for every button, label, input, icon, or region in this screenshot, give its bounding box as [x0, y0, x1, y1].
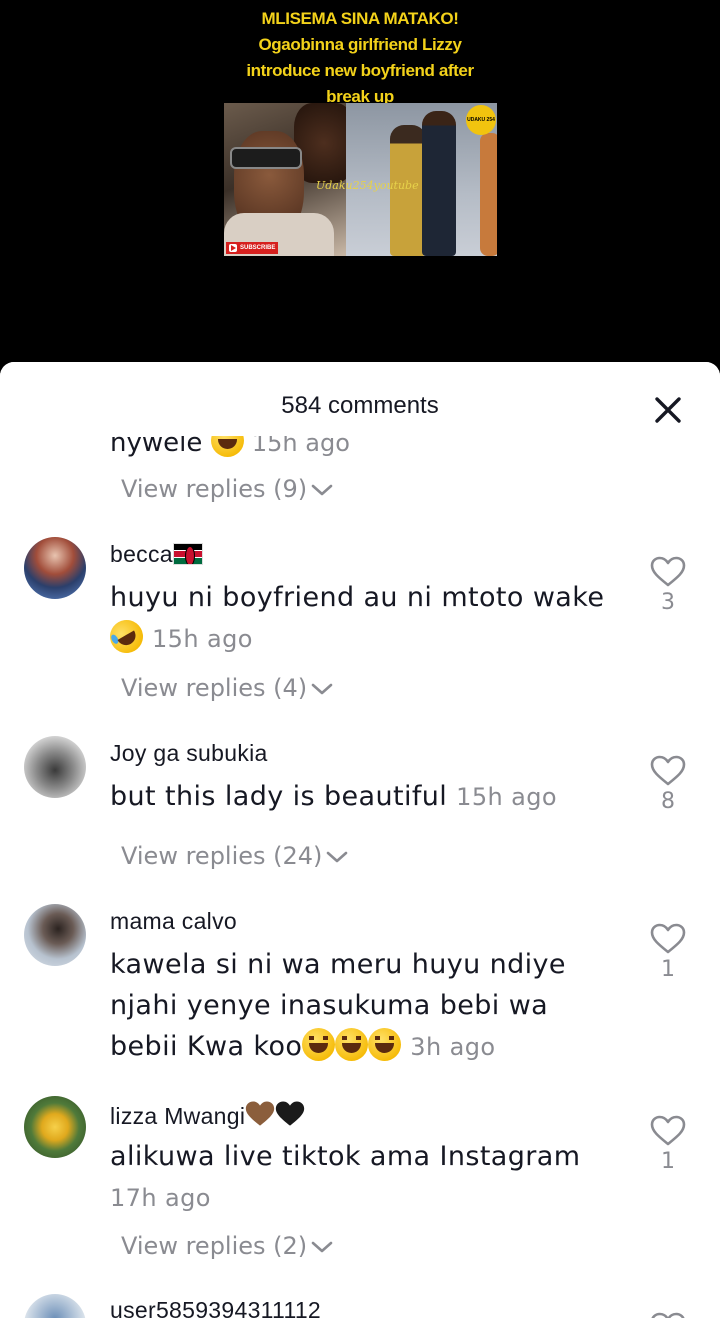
- close-icon: [655, 397, 681, 423]
- comment-username[interactable]: Joy ga subukia: [110, 740, 268, 767]
- chevron-down-icon: [311, 1241, 333, 1253]
- view-replies-button[interactable]: View replies (2): [121, 1232, 335, 1260]
- heart-icon: [650, 556, 686, 587]
- chevron-down-icon: [311, 484, 333, 496]
- caption-line: MLISEMA SINA MATAKO!: [261, 9, 459, 28]
- like-button[interactable]: [648, 1312, 688, 1318]
- subscribe-badge: SUBSCRIBE: [226, 242, 279, 254]
- like-count: 8: [661, 789, 675, 814]
- video-player[interactable]: MLISEMA SINA MATAKO! Ogaobinna girlfrien…: [0, 0, 720, 380]
- like-count: 3: [661, 590, 675, 615]
- comment-text: but this lady is beautiful 15h ago: [110, 781, 557, 812]
- comment-time: 3h ago: [410, 1033, 496, 1061]
- view-replies-button[interactable]: View replies (4): [121, 674, 335, 702]
- caption-line: Ogaobinna girlfriend Lizzy: [258, 35, 462, 54]
- like-count: 1: [661, 957, 675, 982]
- heart-icon: [650, 755, 686, 786]
- comment-time: 17h ago: [110, 1184, 211, 1212]
- heart-icon: [650, 1115, 686, 1146]
- caption-line: introduce new boyfriend after: [246, 61, 474, 80]
- like-button[interactable]: 8: [648, 755, 688, 814]
- comment-username[interactable]: lizza Mwangi: [110, 1100, 305, 1130]
- heart-icon: [651, 1312, 685, 1318]
- channel-badge: UDAKU 254: [466, 105, 496, 135]
- comment-username[interactable]: mama calvo: [110, 908, 237, 935]
- comment-text: kawela si ni wa meru huyu ndiye njahi ye…: [110, 949, 566, 1062]
- like-button[interactable]: 1: [648, 923, 688, 982]
- view-replies-button[interactable]: View replies (9): [121, 475, 335, 503]
- laughing-emoji-icon: [335, 1028, 369, 1061]
- avatar[interactable]: [24, 537, 86, 599]
- comments-sheet: nywele 15h ago View replies (9) becca hu…: [0, 362, 720, 1318]
- comments-count-title: 584 comments: [281, 392, 439, 419]
- comment-time: 15h ago: [456, 783, 557, 811]
- laughing-emoji-icon: [368, 1028, 402, 1061]
- avatar[interactable]: [24, 904, 86, 966]
- avatar[interactable]: [24, 1294, 86, 1318]
- like-button[interactable]: 3: [648, 556, 688, 615]
- comment-username[interactable]: user5859394311112: [110, 1297, 321, 1318]
- chevron-down-icon: [311, 683, 333, 695]
- like-count: 1: [661, 1149, 675, 1174]
- watermark-text: Udaku254youtube: [316, 179, 419, 192]
- avatar[interactable]: [24, 736, 86, 798]
- avatar[interactable]: [24, 1096, 86, 1158]
- comment-text: huyu ni boyfriend au ni mtoto wake 15h a…: [103, 577, 630, 660]
- laughing-emoji-icon: [302, 1028, 336, 1061]
- comments-header: 584 comments: [0, 362, 720, 436]
- black-heart-icon: [276, 1101, 305, 1126]
- comment-list[interactable]: nywele 15h ago View replies (9) becca hu…: [0, 362, 720, 1318]
- video-thumbnail: UDAKU 254 Udaku254youtube SUBSCRIBE: [224, 103, 497, 256]
- kenya-flag-icon: [172, 543, 203, 565]
- heart-icon: [650, 923, 686, 954]
- comment-time: 15h ago: [151, 625, 253, 653]
- view-replies-button[interactable]: View replies (24): [121, 842, 350, 870]
- close-button[interactable]: [650, 392, 686, 428]
- comment-username[interactable]: becca: [110, 541, 203, 568]
- rofl-emoji-icon: [103, 613, 150, 660]
- like-button[interactable]: 1: [648, 1115, 688, 1174]
- chevron-down-icon: [327, 851, 348, 863]
- brown-heart-icon: [246, 1101, 275, 1126]
- comment-text: alikuwa live tiktok ama Instagram 17h ag…: [110, 1141, 581, 1212]
- video-caption-overlay: MLISEMA SINA MATAKO! Ogaobinna girlfrien…: [200, 6, 520, 110]
